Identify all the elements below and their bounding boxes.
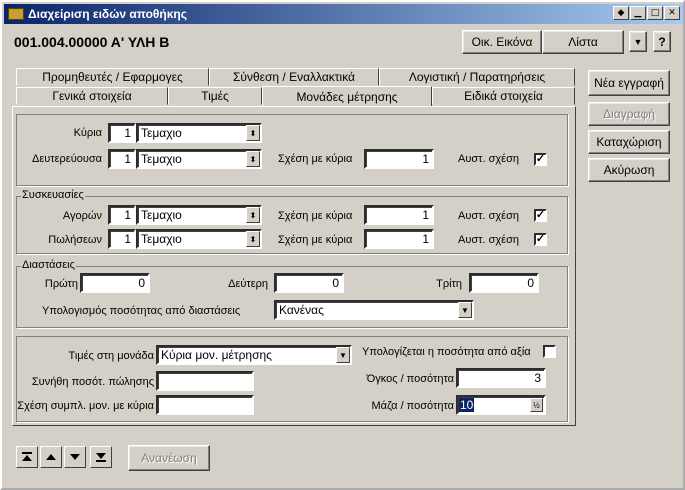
compl-relation-label: Σχέση συμπλ. μον. με κύρια (17, 400, 154, 412)
main-unit-select[interactable]: Τεμαχιο ⬍ (136, 123, 262, 143)
sell-unit-value: Τεμαχιο (141, 232, 182, 246)
tab-accounting[interactable]: Λογιστική / Παρατηρήσεις (379, 68, 575, 86)
first-dim-field[interactable]: 0 (80, 273, 150, 293)
minimize-button[interactable]: ▁ (630, 6, 646, 20)
price-unit-select[interactable]: Κύρια μον. μέτρησης ▼ (156, 345, 352, 365)
mass-label: Μάζα / ποσότητα (371, 400, 454, 412)
window-title: Διαχείριση ειδών αποθήκης (28, 7, 187, 21)
last-record-icon[interactable] (90, 446, 112, 468)
new-record-button[interactable]: Νέα εγγραφή (588, 70, 670, 96)
checkmark-icon: ✓ (535, 233, 546, 245)
secondary-relation-field[interactable]: 1 (364, 149, 434, 169)
compl-relation-field[interactable] (156, 395, 254, 415)
secondary-relation-label: Σχέση με κύρια (278, 153, 353, 165)
updown-arrow-icon[interactable]: ⬍ (246, 151, 260, 167)
calculator-icon[interactable]: ½ (530, 398, 543, 412)
updown-arrow-icon[interactable]: ⬍ (246, 125, 260, 141)
tab-suppliers[interactable]: Προμηθευτές / Εφαρμογες (16, 68, 209, 86)
save-button[interactable]: Καταχώριση (588, 130, 670, 154)
buy-qty-field[interactable]: 1 (108, 205, 136, 225)
calc-from-value-label: Υπολογίζεται η ποσότητα από αξία (362, 346, 531, 358)
sell-label: Πωλήσεων (48, 234, 102, 246)
units-group (16, 114, 568, 186)
updown-arrow-icon[interactable]: ⬍ (246, 231, 260, 247)
buy-label: Αγορών (62, 210, 102, 222)
buy-auto-label: Αυστ. σχέση (458, 210, 519, 222)
mass-value: 10 (459, 398, 475, 412)
tab-composition[interactable]: Σύνθεση / Εναλλακτικά (209, 68, 379, 86)
sell-auto-checkbox[interactable]: ✓ (534, 233, 547, 246)
checkmark-icon: ✓ (535, 209, 546, 221)
price-unit-label: Τιμές στη μονάδα (68, 350, 154, 362)
mass-field[interactable]: 10 ½ (456, 395, 546, 415)
sell-unit-select[interactable]: Τεμαχιο ⬍ (136, 229, 262, 249)
first-record-icon[interactable] (16, 446, 38, 468)
list-button[interactable]: Λίστα (542, 30, 624, 54)
item-image-button[interactable]: Οικ. Εικόνα (462, 30, 542, 54)
buy-relation-label: Σχέση με κύρια (278, 210, 353, 222)
third-dim-field[interactable]: 0 (469, 273, 539, 293)
tab-units[interactable]: Μονάδες μέτρησης (262, 86, 432, 106)
secondary-qty-field[interactable]: 1 (108, 149, 136, 169)
refresh-button[interactable]: Ανανέωση (128, 445, 210, 471)
delete-button[interactable]: Διαγραφή (588, 102, 670, 126)
usual-qty-field[interactable] (156, 371, 254, 391)
updown-arrow-icon[interactable]: ⬍ (246, 207, 260, 223)
volume-label: Όγκος / ποσότητα (366, 373, 454, 385)
calc-from-value-checkbox[interactable] (543, 345, 556, 358)
maximize-button[interactable]: □ (647, 6, 663, 20)
dropdown-arrow-icon[interactable]: ▼ (629, 31, 647, 52)
sell-relation-label: Σχέση με κύρια (278, 234, 353, 246)
secondary-unit-value: Τεμαχιο (141, 152, 182, 166)
title-bar[interactable]: Διαχείριση ειδών αποθήκης (4, 4, 683, 24)
checkmark-icon: ✓ (535, 153, 546, 165)
main-window: Διαχείριση ειδών αποθήκης ◆ ▁ □ ✕ 001.00… (0, 0, 685, 490)
first-dim-label: Πρώτη (44, 278, 78, 290)
tab-prices[interactable]: Τιμές (168, 87, 262, 105)
main-unit-label: Κύρια (73, 127, 102, 139)
tab-general[interactable]: Γενικά στοιχεία (16, 87, 168, 105)
dimensions-title: Διαστάσεις (21, 259, 76, 271)
secondary-auto-checkbox[interactable]: ✓ (534, 153, 547, 166)
cancel-button[interactable]: Ακύρωση (588, 158, 670, 182)
second-dim-field[interactable]: 0 (274, 273, 344, 293)
chevron-down-icon[interactable]: ▼ (336, 347, 350, 363)
second-dim-label: Δεύτερη (228, 278, 268, 290)
app-icon (8, 8, 24, 20)
close-button[interactable]: ✕ (664, 6, 680, 20)
sell-relation-field[interactable]: 1 (364, 229, 434, 249)
dim-calc-select[interactable]: Κανένας ▼ (274, 300, 474, 320)
buy-relation-field[interactable]: 1 (364, 205, 434, 225)
next-record-icon[interactable] (64, 446, 86, 468)
sell-auto-label: Αυστ. σχέση (458, 234, 519, 246)
previous-record-icon[interactable] (40, 446, 62, 468)
secondary-auto-label: Αυστ. σχέση (458, 153, 519, 165)
buy-unit-select[interactable]: Τεμαχιο ⬍ (136, 205, 262, 225)
sell-qty-field[interactable]: 1 (108, 229, 136, 249)
secondary-unit-label: Δευτερεύουσα (32, 153, 102, 165)
chevron-down-icon[interactable]: ▼ (458, 302, 472, 318)
item-code-title: 001.004.00000 Α' ΥΛΗ Β (14, 34, 170, 50)
main-unit-value: Τεμαχιο (141, 126, 182, 140)
buy-unit-value: Τεμαχιο (141, 208, 182, 222)
tab-special[interactable]: Ειδικά στοιχεία (432, 87, 575, 105)
third-dim-label: Τρίτη (436, 278, 462, 290)
secondary-unit-select[interactable]: Τεμαχιο ⬍ (136, 149, 262, 169)
price-unit-value: Κύρια μον. μέτρησης (161, 348, 272, 362)
dim-calc-label: Υπολογισμός ποσότητας από διαστάσεις (42, 305, 241, 317)
packaging-title: Συσκευασίες (21, 189, 85, 201)
main-qty-field[interactable]: 1 (108, 123, 136, 143)
dim-calc-value: Κανένας (279, 303, 324, 317)
volume-field[interactable]: 3 (456, 368, 546, 388)
buy-auto-checkbox[interactable]: ✓ (534, 209, 547, 222)
help-button[interactable]: ? (653, 31, 671, 52)
usual-qty-label: Συνήθη ποσότ. πώλησης (31, 376, 154, 388)
pin-button[interactable]: ◆ (613, 6, 629, 20)
